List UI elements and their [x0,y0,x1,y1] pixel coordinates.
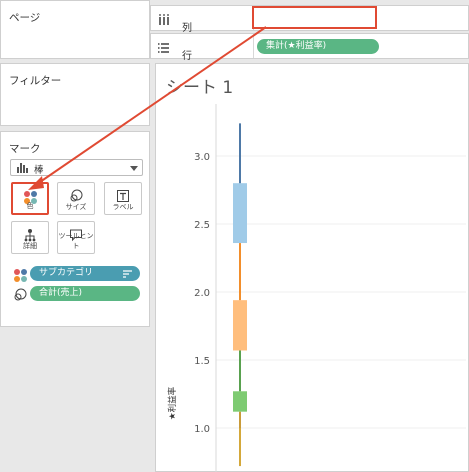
rows-shelf: 行 集計(★利益率) [150,33,469,62]
subcategory-pill[interactable]: サブカテゴリ [30,266,140,281]
color-button-label: 色 [26,202,34,210]
label-icon [116,189,130,203]
sum-sales-pill[interactable]: 合計(売上) [30,286,140,301]
pages-panel[interactable]: ページ [0,0,150,59]
tooltip-button[interactable]: ツールヒント [57,221,95,254]
detail-button[interactable]: 詳細 [11,221,49,254]
color-button[interactable]: 色 [11,182,49,215]
columns-drop-zone[interactable] [256,9,468,29]
y-tick-label: 1.5 [194,356,210,367]
chart: 1.0 1.5 2.0 2.5 3.0 [194,104,466,472]
detail-icon [23,228,37,242]
size-icon [69,189,83,203]
label-button-label: ラベル [112,203,134,211]
profit-ratio-pill[interactable]: 集計(★利益率) [257,39,379,54]
bar-segment[interactable] [233,300,247,351]
marks-panel: マーク 棒 色 サイズ ラベル 詳細 ツールヒント サブカテゴリ 合計(売上) [0,131,150,327]
bar-segment[interactable] [233,183,247,244]
bar-segment[interactable] [233,391,247,412]
columns-shelf: 列 [150,5,469,34]
marks-title: マーク [9,143,41,155]
bar-chart-icon [17,163,29,173]
columns-icon [158,14,170,29]
bar-segment[interactable] [239,243,241,301]
size-button[interactable]: サイズ [57,182,95,215]
sum-sales-pill-label: 合計(売上) [39,288,83,298]
detail-button-label: 詳細 [23,242,37,250]
y-tick-label: 3.0 [194,152,210,163]
filters-title: フィルター [9,75,62,87]
bar-segment[interactable] [239,411,241,428]
bar-segment[interactable] [239,350,241,392]
label-button[interactable]: ラベル [104,182,142,215]
rows-icon [158,42,170,57]
worksheet: シート 1 ★利益率 1.0 1.5 2.0 2.5 3.0 [155,63,469,472]
y-tick-label: 1.0 [194,424,210,435]
profit-ratio-pill-label: 集計(★利益率) [266,41,327,51]
pages-title: ページ [9,12,41,24]
y-tick-label: 2.0 [194,288,210,299]
subcategory-pill-label: サブカテゴリ [39,268,94,278]
bar-segment[interactable] [239,428,241,467]
mark-type-dropdown[interactable]: 棒 [10,159,143,176]
size-icon [13,288,27,305]
color-dots-icon [13,268,27,282]
bar-segment[interactable] [239,123,241,184]
filters-panel[interactable]: フィルター [0,63,150,126]
y-tick-label: 2.5 [194,220,210,231]
mark-type-label: 棒 [34,165,44,176]
chevron-down-icon [130,166,138,171]
sort-icon [123,270,132,278]
tooltip-button-label: ツールヒント [58,232,94,250]
size-button-label: サイズ [65,203,87,211]
